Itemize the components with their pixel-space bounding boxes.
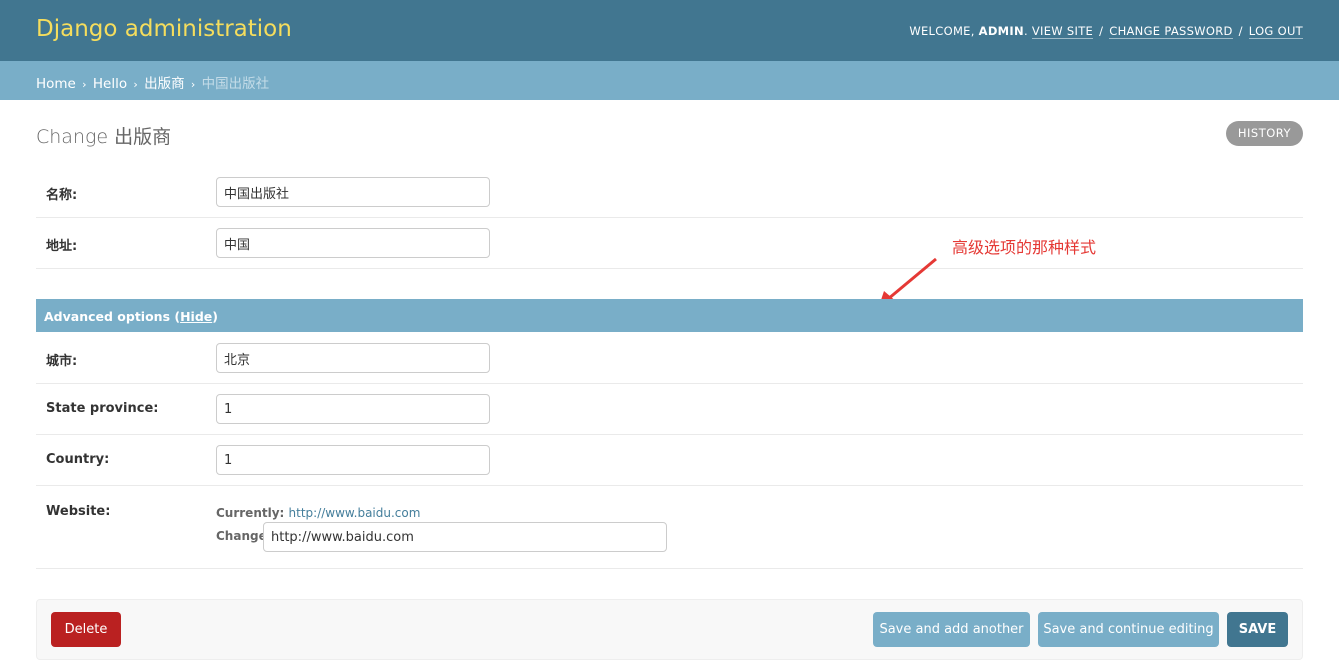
log-out-link[interactable]: LOG OUT <box>1248 24 1303 39</box>
name-input[interactable] <box>216 177 490 207</box>
view-site-link[interactable]: VIEW SITE <box>1031 24 1094 39</box>
form-row-address: 地址: <box>36 218 1303 269</box>
website-input[interactable] <box>263 522 667 552</box>
page-title: Change 出版商 <box>36 126 172 148</box>
change-password-link[interactable]: CHANGE PASSWORD <box>1109 24 1233 39</box>
advanced-options-title-end: ) <box>212 309 218 324</box>
breadcrumb-app[interactable]: Hello <box>93 76 127 92</box>
form-row-website: Website: Currently: http://www.baidu.com… <box>36 486 1303 569</box>
username: ADMIN <box>978 24 1024 38</box>
header: Django administration WELCOME, ADMIN. VI… <box>0 0 1339 61</box>
welcome-suffix: . <box>1023 24 1028 38</box>
submit-row: Delete Save and add another Save and con… <box>36 599 1303 660</box>
state-province-input[interactable] <box>216 394 490 424</box>
form-row-name: 名称: <box>36 166 1303 218</box>
country-input[interactable] <box>216 445 490 475</box>
form-row-city: 城市: <box>36 332 1303 384</box>
history-button[interactable]: HISTORY <box>1226 121 1303 146</box>
currently-website-link[interactable]: http://www.baidu.com <box>289 506 421 520</box>
name-label: 名称: <box>46 188 78 203</box>
save-and-add-another-button[interactable]: Save and add another <box>873 612 1030 647</box>
currently-label-text: Currently: <box>216 506 285 520</box>
form-row-state-province: State province: <box>36 384 1303 435</box>
save-button[interactable]: SAVE <box>1227 612 1288 647</box>
user-tools: WELCOME, ADMIN. VIEW SITE / CHANGE PASSW… <box>909 24 1303 39</box>
annotation-text: 高级选项的那种样式 <box>952 238 1097 257</box>
user-tools-separator: / <box>1099 24 1104 38</box>
site-branding[interactable]: Django administration <box>36 16 292 42</box>
city-input[interactable] <box>216 343 490 373</box>
hide-link[interactable]: Hide <box>180 309 212 324</box>
breadcrumb-separator: › <box>133 78 138 91</box>
user-tools-separator: / <box>1238 24 1243 38</box>
form-row-country: Country: <box>36 435 1303 486</box>
delete-button[interactable]: Delete <box>51 612 121 647</box>
city-label: 城市: <box>46 354 78 369</box>
welcome-text: WELCOME, <box>909 24 979 38</box>
country-label: Country: <box>46 452 110 467</box>
breadcrumb-model[interactable]: 出版商 <box>144 76 185 92</box>
currently-label: Currently: http://www.baidu.com <box>216 506 420 520</box>
save-and-continue-button[interactable]: Save and continue editing <box>1038 612 1219 647</box>
breadcrumb-current: 中国出版社 <box>201 76 270 92</box>
address-input[interactable] <box>216 228 490 258</box>
state-province-label: State province: <box>46 401 159 416</box>
breadcrumb-separator: › <box>82 78 87 91</box>
advanced-options-title: Advanced options ( <box>44 309 181 324</box>
website-label: Website: <box>46 504 111 519</box>
advanced-options-header: Advanced options (Hide) <box>36 299 1303 332</box>
breadcrumb: Home › Hello › 出版商 › 中国出版社 <box>0 61 1339 100</box>
address-label: 地址: <box>46 239 78 254</box>
breadcrumb-separator: › <box>190 78 196 91</box>
breadcrumb-home[interactable]: Home <box>36 76 76 92</box>
